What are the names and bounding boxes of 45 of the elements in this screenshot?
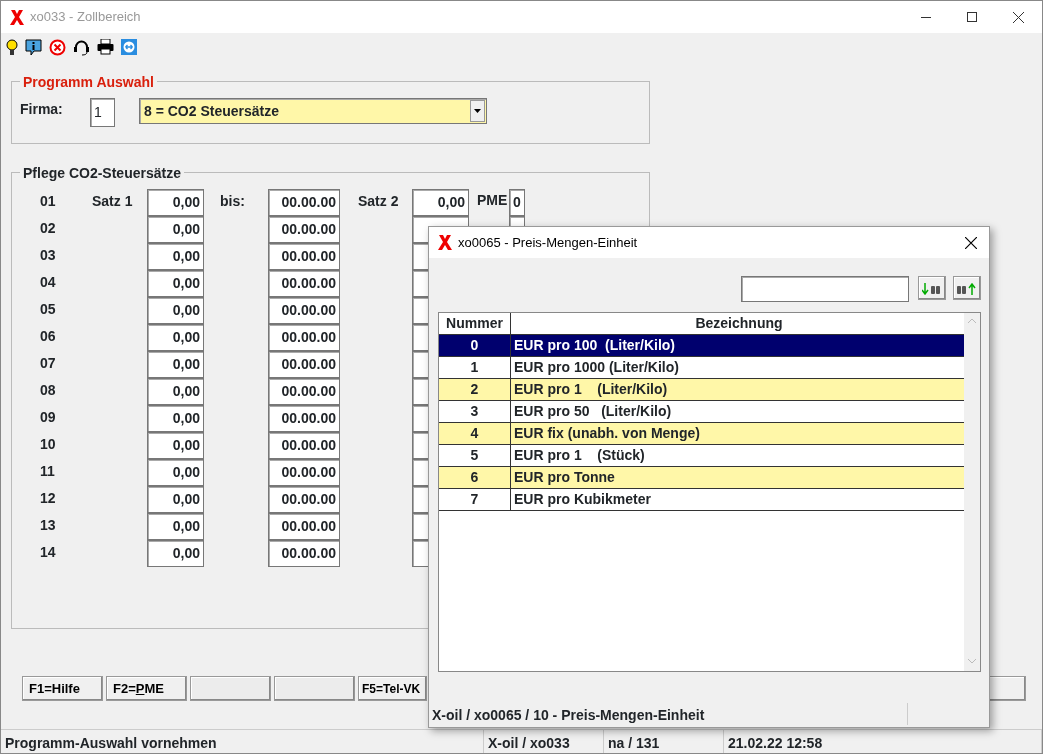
table-cell-text: EUR pro Tonne [513, 468, 616, 487]
row-number: 04 [39, 273, 57, 292]
table-cell: 7 [439, 489, 511, 510]
field-label: bis: [219, 192, 246, 211]
row-number: 01 [39, 192, 57, 211]
row-number: 10 [39, 435, 57, 454]
row-number: 08 [39, 381, 57, 400]
table-cell-text: EUR pro Kubikmeter [513, 490, 652, 509]
table-cell: 2 [439, 379, 511, 400]
table-cell: 4 [439, 423, 511, 444]
row-number: 07 [39, 354, 57, 373]
table-cell-text: EUR pro 50 (Liter/Kilo) [513, 402, 673, 421]
table-cell-text: EUR pro 100 (Liter/Kilo) [513, 336, 677, 355]
status-text: 21.02.22 12:58 [724, 730, 1042, 753]
table-cell-text: EUR fix (unabh. von Menge) [513, 424, 701, 443]
field-label: PME [476, 191, 509, 210]
row-number: 03 [39, 246, 57, 265]
row-number: 13 [39, 516, 57, 535]
column-header: Bezeichnung [694, 314, 784, 333]
row-number: 09 [39, 408, 57, 427]
column-header: Nummer [439, 313, 511, 334]
table-cell: 3 [439, 401, 511, 422]
table-cell: 5 [439, 445, 511, 466]
row-number: 02 [39, 219, 57, 238]
table-cell-text: EUR pro 1000 (Liter/Kilo) [513, 358, 680, 377]
row-number: 12 [39, 489, 57, 508]
window-title: xo033 - Zollbereich [30, 8, 141, 27]
table-cell-text: EUR pro 1 (Liter/Kilo) [513, 380, 669, 399]
field-label: Firma: [20, 100, 64, 119]
dialog-status-text: X-oil / xo0065 / 10 - Preis-Mengen-Einheit [430, 703, 908, 725]
dropdown-value: 8 = CO2 Steuersätze [144, 101, 279, 121]
table-cell: 0 [439, 335, 511, 356]
status-text: X-oil / xo033 [484, 730, 604, 753]
status-text: Programm-Auswahl vornehmen [1, 730, 484, 753]
table-cell-text: EUR pro 1 (Stück) [513, 446, 646, 465]
status-text: na / 131 [604, 730, 724, 753]
table-cell: 1 [439, 357, 511, 378]
dialog-title: xo0065 - Preis-Mengen-Einheit [458, 233, 638, 252]
row-number: 11 [39, 462, 56, 481]
row-number: 06 [39, 327, 57, 346]
table-cell: 6 [439, 467, 511, 488]
field-label: Satz 2 [357, 192, 400, 211]
field-label: Satz 1 [92, 192, 134, 211]
row-number: 05 [39, 300, 57, 319]
row-number: 14 [39, 543, 57, 562]
